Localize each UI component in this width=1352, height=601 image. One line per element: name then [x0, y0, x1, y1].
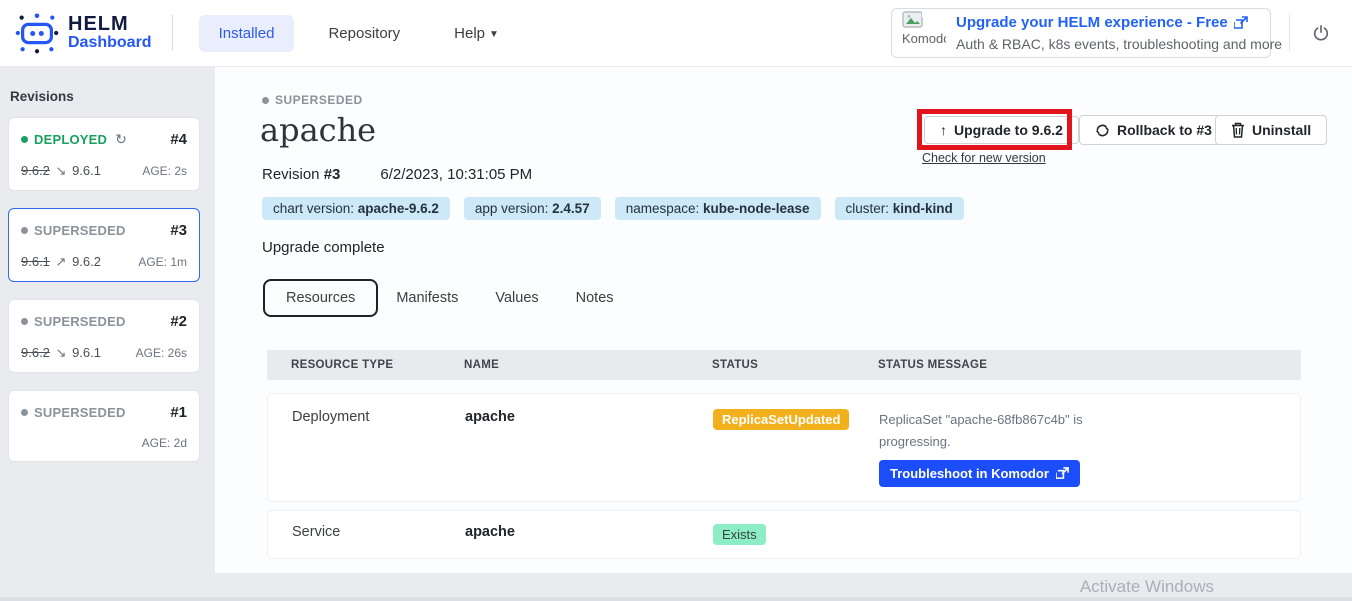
resource-type-cell: Deployment	[292, 409, 465, 425]
revision-info-line: Revision #36/2/2023, 10:31:05 PM	[262, 166, 532, 183]
revision-card-2[interactable]: SUPERSEDED #2 9.6.2 ↘ 9.6.1 AGE: 26s	[8, 299, 200, 373]
release-status-badge: SUPERSEDED	[262, 93, 363, 107]
tab-resources[interactable]: Resources	[263, 279, 378, 317]
broken-image-alt-text: Komodor	[902, 31, 946, 46]
status-dot	[21, 227, 28, 234]
chart-version-chip: chart version: apache-9.6.2	[262, 197, 450, 220]
trash-icon	[1231, 122, 1245, 138]
table-row: Deployment apache ReplicaSetUpdated Repl…	[267, 393, 1301, 502]
revision-age: AGE: 2d	[142, 436, 187, 450]
namespace-chip: namespace: kube-node-lease	[615, 197, 821, 220]
release-metadata-chips: chart version: apache-9.6.2 app version:…	[262, 197, 964, 220]
troubleshoot-komodor-button[interactable]: Troubleshoot in Komodor	[879, 460, 1080, 487]
nav-tab-installed[interactable]: Installed	[199, 15, 295, 52]
revision-status-label: DEPLOYED	[34, 132, 107, 147]
banner-title-text: Upgrade your HELM experience - Free	[956, 12, 1228, 34]
upgrade-button[interactable]: ↑ Upgrade to 9.6.2	[924, 116, 1079, 144]
table-row: Service apache Exists	[267, 510, 1301, 559]
activate-windows-watermark: Activate Windows	[1080, 577, 1214, 597]
revision-card-4[interactable]: DEPLOYED ↻ #4 9.6.2 ↘ 9.6.1 AGE: 2s	[8, 117, 200, 191]
up-arrow-icon: ↑	[940, 122, 947, 138]
revision-number: #3	[170, 222, 187, 239]
column-header-status: STATUS	[712, 359, 878, 371]
revision-versions: 9.6.1 ↗ 9.6.2	[21, 254, 101, 270]
cluster-chip: cluster: kind-kind	[835, 197, 964, 220]
logo-text-helm: HELM	[68, 14, 152, 35]
logo-text-dashboard: Dashboard	[68, 35, 152, 52]
revision-card-3-selected[interactable]: SUPERSEDED #3 9.6.1 ↗ 9.6.2 AGE: 1m	[8, 208, 200, 282]
uninstall-button[interactable]: Uninstall	[1215, 115, 1327, 145]
release-description: Upgrade complete	[262, 239, 385, 256]
nav-menu-help[interactable]: Help▼	[434, 15, 519, 52]
check-new-version-link[interactable]: Check for new version	[922, 151, 1046, 165]
revision-date: 6/2/2023, 10:31:05 PM	[380, 166, 532, 183]
revision-status-label: SUPERSEDED	[34, 223, 126, 238]
external-link-icon	[1234, 16, 1248, 30]
revision-versions: 9.6.2 ↘ 9.6.1	[21, 345, 101, 361]
broken-image-placeholder: Komodor	[902, 11, 946, 55]
revision-status-label: SUPERSEDED	[34, 405, 126, 420]
revision-age: AGE: 26s	[136, 346, 187, 360]
revision-versions: 9.6.2 ↘ 9.6.1	[21, 163, 101, 179]
detail-tabs: Resources Manifests Values Notes	[263, 279, 651, 317]
tab-notes[interactable]: Notes	[576, 281, 614, 315]
trend-down-arrow: ↘	[56, 345, 67, 360]
release-title: apache	[260, 111, 376, 149]
chevron-down-icon: ▼	[489, 29, 499, 40]
revision-number: #2	[170, 313, 187, 330]
reload-icon: ↻	[115, 131, 127, 148]
rollback-icon	[1095, 123, 1110, 138]
resource-name-cell: apache	[465, 524, 713, 540]
trend-down-arrow: ↘	[56, 163, 67, 178]
revisions-sidebar: Revisions DEPLOYED ↻ #4 9.6.2 ↘ 9.6.1 AGE…	[0, 67, 215, 601]
shutdown-button[interactable]	[1289, 15, 1330, 51]
bottom-edge-line	[0, 597, 1352, 601]
nav-tab-repository[interactable]: Repository	[308, 15, 420, 52]
app-version-chip: app version: 2.4.57	[464, 197, 601, 220]
revisions-heading: Revisions	[0, 67, 215, 117]
tab-values[interactable]: Values	[495, 281, 538, 315]
helm-logo-icon	[14, 10, 60, 56]
revision-age: AGE: 2s	[142, 164, 187, 178]
column-header-resource-type: RESOURCE TYPE	[291, 359, 464, 371]
rollback-button[interactable]: Rollback to #3	[1079, 115, 1228, 145]
komodor-promo-banner[interactable]: Komodor Upgrade your HELM experience - F…	[891, 8, 1271, 58]
resources-table: RESOURCE TYPE NAME STATUS STATUS MESSAGE…	[267, 350, 1301, 559]
status-dot	[21, 318, 28, 325]
status-dot	[21, 136, 28, 143]
status-message-text: ReplicaSet "apache-68fb867c4b" is progre…	[879, 409, 1124, 453]
revision-number: #1	[170, 404, 187, 421]
resource-type-cell: Service	[292, 524, 465, 540]
column-header-name: NAME	[464, 359, 712, 371]
table-header-row: RESOURCE TYPE NAME STATUS STATUS MESSAGE	[267, 350, 1301, 380]
external-link-icon	[1056, 467, 1069, 480]
top-header: HELM Dashboard Installed Repository Help…	[0, 0, 1352, 67]
banner-subtitle-text: Auth & RBAC, k8s events, troubleshooting…	[956, 34, 1282, 54]
trend-up-arrow: ↗	[56, 254, 67, 269]
tab-manifests[interactable]: Manifests	[396, 281, 458, 315]
status-dot	[21, 409, 28, 416]
header-divider	[172, 15, 173, 51]
status-badge: ReplicaSetUpdated	[713, 409, 849, 430]
status-dot	[262, 97, 269, 104]
revision-number: #3	[324, 166, 341, 183]
revision-age: AGE: 1m	[138, 255, 187, 269]
release-detail-panel: SUPERSEDED apache Revision #36/2/2023, 1…	[215, 67, 1352, 573]
revision-card-1[interactable]: SUPERSEDED #1 AGE: 2d	[8, 390, 200, 462]
revision-number: #4	[170, 131, 187, 148]
main-nav: Installed Repository Help▼	[199, 15, 519, 52]
power-icon	[1312, 24, 1330, 42]
revision-status-label: SUPERSEDED	[34, 314, 126, 329]
status-badge: Exists	[713, 524, 766, 545]
column-header-status-message: STATUS MESSAGE	[878, 359, 1301, 371]
helm-dashboard-logo[interactable]: HELM Dashboard	[0, 10, 152, 56]
resource-name-cell: apache	[465, 409, 713, 425]
